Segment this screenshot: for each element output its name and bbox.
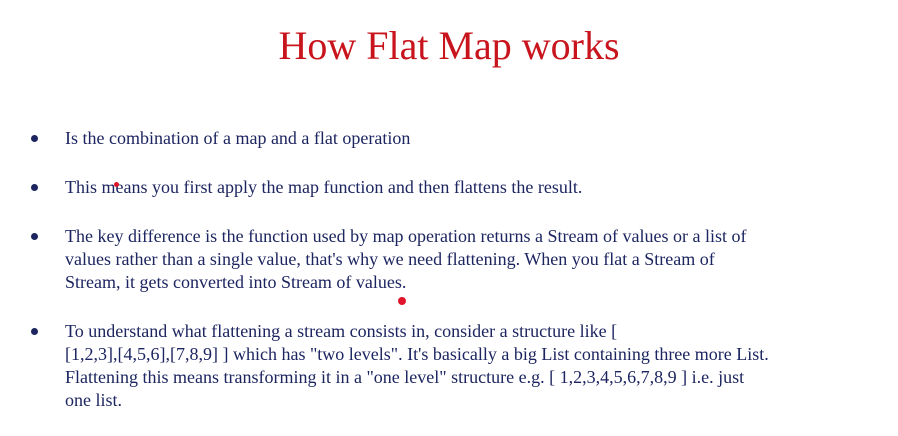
pointer-dot-icon <box>114 182 119 187</box>
bullet-dot-icon <box>31 135 38 142</box>
bullet-text: Is the combination of a map and a flat o… <box>65 128 411 148</box>
bullet-dot-icon <box>31 328 38 335</box>
slide: How Flat Map works Is the combination of… <box>0 0 898 436</box>
bullet-dot-icon <box>31 184 38 191</box>
bullet-text: The key difference is the function used … <box>65 226 747 292</box>
pointer-dot-icon <box>398 297 406 305</box>
bullet-text: This means you first apply the map funct… <box>65 177 583 197</box>
bullet-text: To understand what flattening a stream c… <box>65 321 769 410</box>
slide-title: How Flat Map works <box>278 23 620 68</box>
bullet-dot-icon <box>31 233 38 240</box>
